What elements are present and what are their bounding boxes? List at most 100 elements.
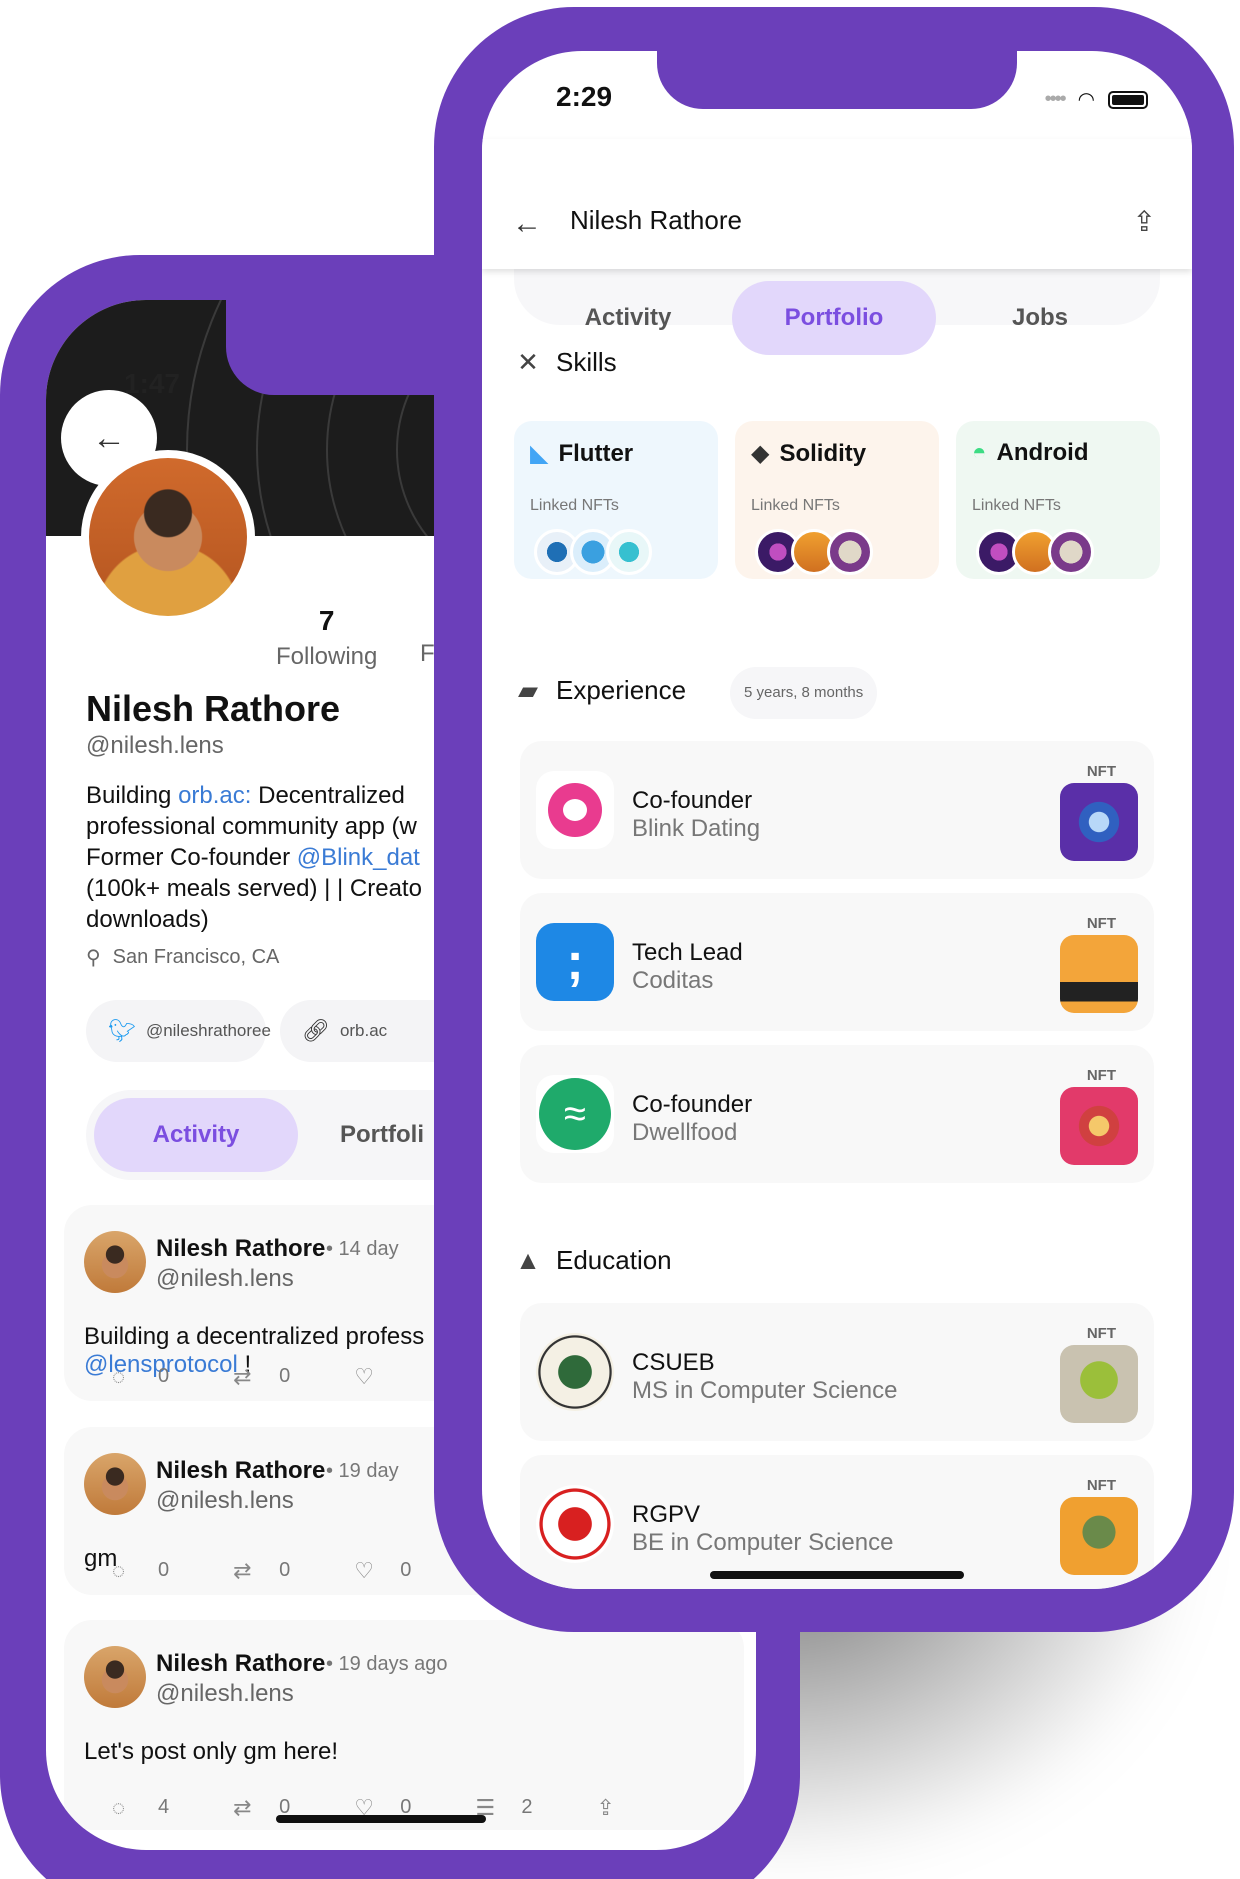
nft-character-image[interactable] [1060,1345,1138,1423]
back-arrow-icon[interactable]: ← [512,207,542,241]
post-time: • 14 day [326,1238,399,1260]
post-author: Nilesh Rathore [156,1650,326,1677]
nft-label: NFT [1086,915,1116,932]
experience-company: Coditas [632,967,714,994]
flutter-icon: ◣ [530,440,549,467]
experience-company: Blink Dating [632,815,761,842]
post-avatar [84,1453,146,1515]
page-title: Nilesh Rathore [570,205,742,235]
post-text: Let's post only gm here! [84,1738,339,1765]
education-heading: ▲ Education [515,1245,672,1275]
mirror-icon[interactable]: ⇄ [233,1796,261,1819]
profile-handle: @nilesh.lens [86,732,224,759]
skill-card-flutter[interactable]: ◣ Flutter Linked NFTs [514,421,718,579]
nft-label: NFT [1086,1067,1116,1084]
graduation-cap-icon: ▲ [515,1245,541,1275]
android-icon: ◓ [972,439,987,466]
skill-card-solidity[interactable]: ◆ Solidity Linked NFTs [735,421,939,579]
education-card[interactable]: CSUEB MS in Computer Science NFT [520,1303,1154,1441]
experience-card[interactable]: ; Tech Lead Coditas NFT [520,893,1154,1031]
experience-title: Co-founder [632,787,753,814]
nft-ape-image[interactable] [1060,1497,1138,1575]
following-label: Following [276,643,378,670]
dwellfood-logo: ≈ [536,1075,614,1153]
comment-icon[interactable]: ◌ [112,1559,140,1582]
education-card[interactable]: RGPV BE in Computer Science NFT [520,1455,1154,1589]
csueb-seal-logo [536,1333,614,1411]
linked-nfts [976,529,1094,575]
notch [657,51,1017,109]
post-handle: @nilesh.lens [156,1680,294,1707]
post-time: • 19 day [326,1460,399,1482]
twitter-chip[interactable]: 🐦︎ @nileshrathoree [86,1000,271,1062]
bio-mention[interactable]: @Blink_dat [297,844,420,871]
blink-logo [536,771,614,849]
education-degree: MS in Computer Science [632,1377,898,1404]
nft-label: NFT [1086,763,1116,780]
tools-icon: ✕ [517,347,539,377]
comment-icon[interactable]: ◌ [112,1365,140,1388]
twitter-icon: 🐦︎ [108,1018,136,1043]
nft-label: NFT [1086,1477,1116,1494]
app-bar: ← Nilesh Rathore ⇪ [482,139,1192,269]
signal-icon: •••• [1044,88,1067,110]
education-school: RGPV [632,1501,701,1528]
post-handle: @nilesh.lens [156,1487,294,1514]
post-card[interactable]: Nilesh Rathore • 19 days ago @nilesh.len… [64,1620,744,1830]
front-phone-frame: 2:29 •••• ◠ ← Nilesh Rathore ⇪ Activity … [434,7,1234,1632]
heart-icon[interactable]: ♡ [354,1365,382,1388]
link-icon: 🔗︎ [302,1018,330,1043]
solidity-icon: ◆ [751,440,770,467]
mirror-icon[interactable]: ⇄ [233,1365,261,1388]
profile-name: Nilesh Rathore [86,688,341,729]
home-indicator [276,1815,486,1823]
nft-badge-image[interactable] [1060,1087,1138,1165]
location: ⚲ San Francisco, CA [86,945,279,970]
coditas-logo: ; [536,923,614,1001]
bio-link[interactable]: orb.ac: [178,782,251,809]
following-stat[interactable]: 7 Following [276,605,377,671]
location-text: San Francisco, CA [112,946,280,968]
status-icons: •••• ◠ [1045,87,1148,112]
post-time: • 19 days ago [326,1653,448,1675]
education-school: CSUEB [632,1349,715,1376]
avatar [81,450,255,624]
skill-card-android[interactable]: ◓ Android Linked NFTs [956,421,1160,579]
status-time: 2:29 [556,81,613,112]
nft-badge-image[interactable] [1060,783,1138,861]
battery-icon [1108,90,1148,109]
nft-label: NFT [1086,1325,1116,1342]
heart-icon[interactable]: ♡ [354,1559,382,1582]
comment-icon[interactable]: ◌ [112,1796,140,1819]
tab-jobs[interactable]: Jobs [938,281,1142,355]
post-author: Nilesh Rathore [156,1457,326,1484]
tab-portfolio[interactable]: Portfolio [732,281,936,355]
post-actions: ◌ 0 ⇄ 0 ♡ [112,1365,400,1388]
post-actions: ◌ 0 ⇄ 0 ♡ 0 [112,1557,412,1583]
tab-activity[interactable]: Activity [526,281,730,355]
experience-card[interactable]: Co-founder Blink Dating NFT [520,741,1154,879]
post-avatar [84,1231,146,1293]
experience-title: Tech Lead [632,939,743,966]
post-avatar [84,1646,146,1708]
experience-card[interactable]: ≈ Co-founder Dwellfood NFT [520,1045,1154,1183]
experience-title: Co-founder [632,1091,753,1118]
tab-activity[interactable]: Activity [94,1098,298,1172]
post-handle: @nilesh.lens [156,1265,294,1292]
front-phone-screen: 2:29 •••• ◠ ← Nilesh Rathore ⇪ Activity … [482,51,1192,1589]
linked-nfts [755,529,873,575]
share-icon[interactable]: ⇪ [597,1796,625,1819]
home-indicator [710,1571,964,1579]
arrow-left-icon: ← [92,418,126,457]
tab-portfolio[interactable]: Portfoli [340,1098,424,1172]
nft-floppy-image[interactable] [1060,935,1138,1013]
rgpv-logo [536,1485,614,1563]
location-pin-icon: ⚲ [86,947,101,969]
experience-heading: ▰ Experience [514,675,686,706]
briefcase-icon: ▰ [518,675,538,705]
experience-duration-badge: 5 years, 8 months [730,667,878,719]
mirror-icon[interactable]: ⇄ [233,1559,261,1582]
share-icon[interactable]: ⇪ [1133,205,1156,238]
wifi-icon: ◠ [1078,89,1094,111]
education-degree: BE in Computer Science [632,1529,894,1556]
